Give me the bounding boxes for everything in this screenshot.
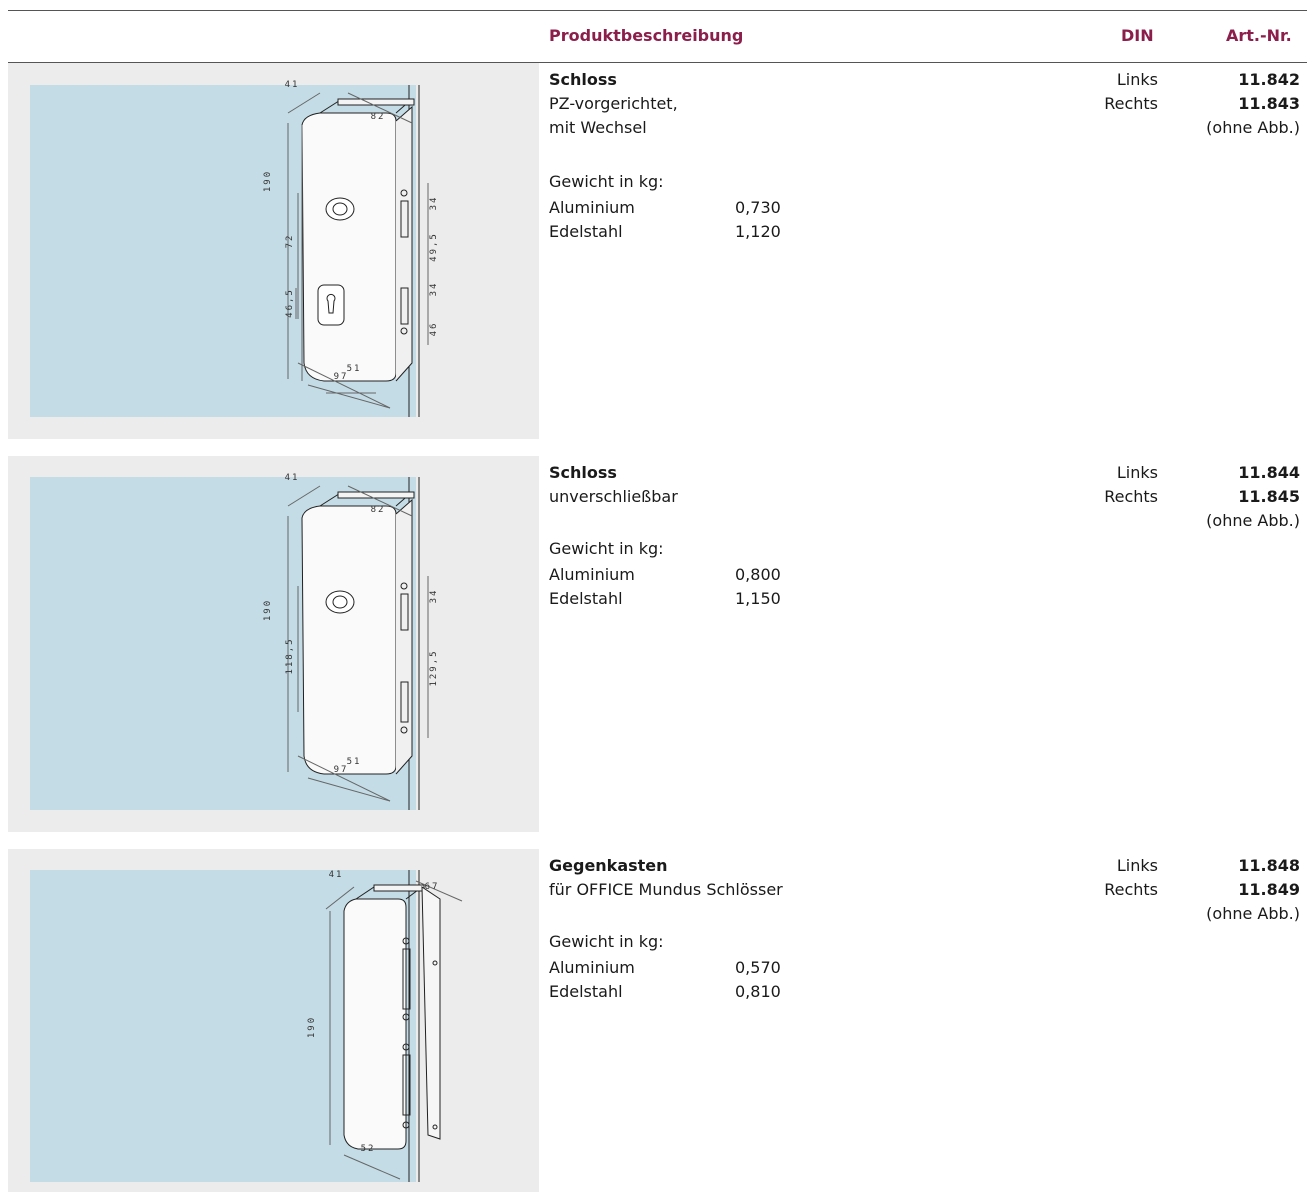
- dim-label: 34: [429, 196, 439, 211]
- weight-value: 1,120: [735, 222, 781, 241]
- dim-label: 41: [329, 870, 344, 880]
- dim-label: 51: [347, 757, 362, 767]
- dim-label: 46,5: [285, 288, 295, 318]
- article-note: (ohne Abb.): [1206, 904, 1300, 923]
- weight-material: Aluminium: [549, 198, 635, 217]
- din-rechts: Rechts: [1104, 487, 1158, 506]
- article-number: 11.842: [1238, 70, 1300, 89]
- article-note: (ohne Abb.): [1206, 511, 1300, 530]
- dim-label: 129,5: [429, 649, 439, 686]
- weight-material: Aluminium: [549, 958, 635, 977]
- dim-label: 46: [429, 322, 439, 337]
- top-rule: [8, 10, 1307, 11]
- weight-material: Edelstahl: [549, 982, 623, 1001]
- dim-label: 52: [361, 1144, 376, 1154]
- dim-label: 34: [429, 282, 439, 297]
- article-number: 11.848: [1238, 856, 1300, 875]
- header-description: Produktbeschreibung: [549, 26, 744, 45]
- article-number: 11.843: [1238, 94, 1300, 113]
- article-number: 11.844: [1238, 463, 1300, 482]
- product-title: Schloss: [549, 70, 617, 89]
- weight-value: 0,570: [735, 958, 781, 977]
- dim-label: 51: [347, 364, 362, 374]
- dim-label: 97: [334, 765, 349, 775]
- weight-material: Edelstahl: [549, 589, 623, 608]
- dim-label: 82: [371, 112, 386, 122]
- product-desc-line: unverschließbar: [549, 487, 678, 506]
- strike-box-drawing: 190 41 67 52: [307, 870, 463, 1182]
- weight-value: 0,800: [735, 565, 781, 584]
- weight-value: 1,150: [735, 589, 781, 608]
- din-links: Links: [1116, 463, 1158, 482]
- article-number: 11.849: [1238, 880, 1300, 899]
- article-note: (ohne Abb.): [1206, 118, 1300, 137]
- din-rechts: Rechts: [1104, 94, 1158, 113]
- lock-drawing: 190 118,5 41 82 51 97 34 129,5: [263, 473, 439, 810]
- lock-drawing: 190 72 46,5 41 82 51 97 34 49,5 34 46: [263, 80, 439, 417]
- dim-label: 67: [425, 882, 440, 892]
- dim-label: 190: [263, 170, 273, 192]
- dim-label: 82: [371, 505, 386, 515]
- dim-label: 41: [285, 80, 300, 90]
- dim-label: 190: [307, 1016, 317, 1038]
- din-links: Links: [1116, 70, 1158, 89]
- weight-material: Aluminium: [549, 565, 635, 584]
- weight-label: Gewicht in kg:: [549, 539, 664, 558]
- din-links: Links: [1116, 856, 1158, 875]
- dim-label: 72: [285, 234, 295, 249]
- header-art-nr: Art.-Nr.: [1226, 26, 1292, 45]
- dim-label: 34: [429, 589, 439, 604]
- product-image-panel: 190 118,5 41 82 51 97 34 129,5: [8, 456, 539, 832]
- dim-label: 190: [263, 599, 273, 621]
- product-title: Gegenkasten: [549, 856, 668, 875]
- product-image-panel: 190 72 46,5 41 82 51 97 34 49,5 34 46: [8, 63, 539, 439]
- article-number: 11.845: [1238, 487, 1300, 506]
- header-din: DIN: [1121, 26, 1154, 45]
- dim-label: 41: [285, 473, 300, 483]
- product-desc-line: für OFFICE Mundus Schlösser: [549, 880, 783, 899]
- dim-label: 97: [334, 372, 349, 382]
- dim-label: 49,5: [429, 232, 439, 262]
- product-title: Schloss: [549, 463, 617, 482]
- product-image-panel: 190 41 67 52: [8, 849, 539, 1192]
- product-desc-line: mit Wechsel: [549, 118, 647, 137]
- din-rechts: Rechts: [1104, 880, 1158, 899]
- weight-label: Gewicht in kg:: [549, 172, 664, 191]
- weight-label: Gewicht in kg:: [549, 932, 664, 951]
- weight-value: 0,810: [735, 982, 781, 1001]
- weight-value: 0,730: [735, 198, 781, 217]
- product-desc-line: PZ-vorgerichtet,: [549, 94, 678, 113]
- dim-label: 118,5: [285, 637, 295, 674]
- weight-material: Edelstahl: [549, 222, 623, 241]
